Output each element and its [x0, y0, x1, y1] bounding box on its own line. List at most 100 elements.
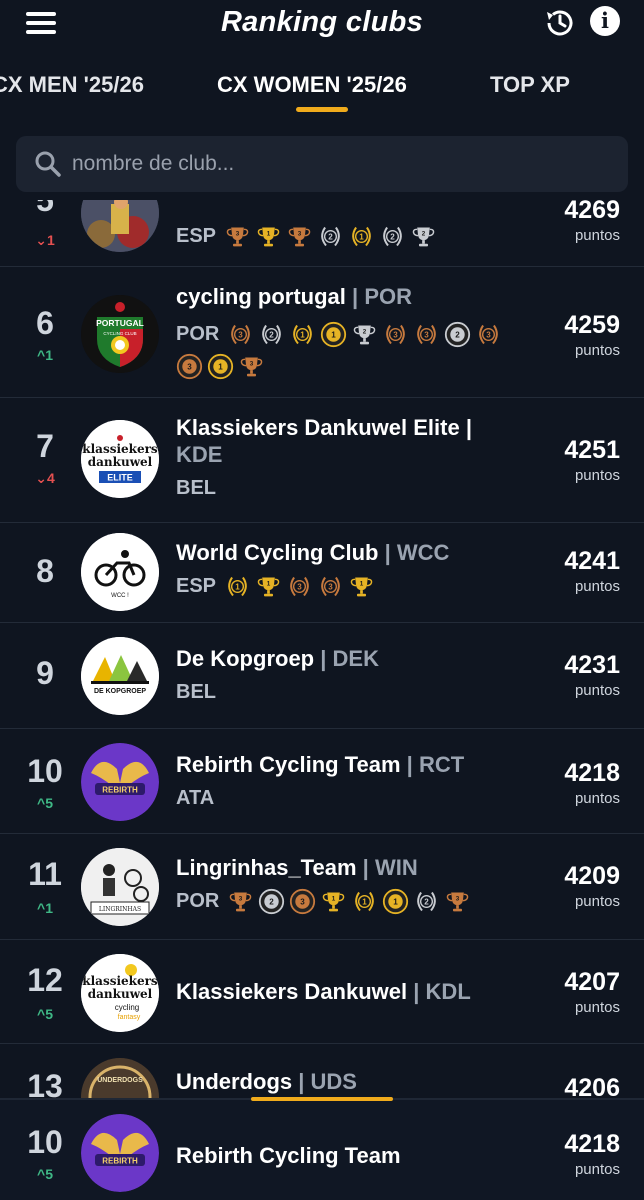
tab-top-xp[interactable]: TOP XP [490, 72, 570, 98]
points-value: 4218 [564, 759, 620, 787]
club-info: Klassiekers Dankuwel Elite | KDE BEL [176, 414, 521, 504]
club-row[interactable]: 5 ⌄1 ESP 3 1 3 2 1 2 2 4269 puntos [0, 200, 644, 267]
medal-list: 3 1 3 2 1 2 2 [224, 226, 441, 246]
active-tab-indicator [296, 107, 348, 112]
club-points: 4231 puntos [564, 651, 620, 699]
club-name: Klassiekers Dankuwel Elite | KDE [176, 415, 472, 467]
history-icon[interactable] [543, 6, 577, 40]
my-club-points: 4218 puntos [564, 1130, 620, 1178]
trophy-icon: 3 [288, 227, 311, 246]
season-tabs: CX MEN '25/26 CX WOMEN '25/26 TOP XP [0, 60, 644, 118]
trophy-icon: 1 [350, 577, 373, 596]
club-info: Lingrinhas_Team | WIN POR 3 2 3 1 1 1 2 3 [176, 854, 521, 917]
club-country: ESP [176, 575, 217, 597]
medal-list: 3 2 1 1 2 3 3 2 3 3 1 3 [176, 321, 506, 379]
points-label: puntos [574, 342, 620, 359]
club-row[interactable]: 10 ^5 REBIRTH Rebirth Cycling Team | RCT… [0, 729, 644, 834]
club-points: 4251 puntos [564, 436, 620, 484]
svg-text:1: 1 [218, 362, 223, 371]
points-value: 4206 [564, 1074, 620, 1100]
club-row[interactable]: 6 ^1 PORTUGAL CYCLING CLUB cycling portu… [0, 267, 644, 398]
rank-number: 7 [36, 428, 54, 464]
svg-text:2: 2 [425, 897, 430, 906]
laurel-icon: 2 [321, 226, 340, 246]
rank-number: 6 [36, 305, 54, 341]
rank-change-down: ⌄4 [35, 470, 55, 486]
club-logo [81, 200, 159, 252]
svg-text:3: 3 [394, 330, 399, 339]
logo-text: REBIRTH [102, 786, 138, 795]
points-value: 4259 [564, 311, 620, 339]
logo-text: WCC ! [111, 593, 129, 599]
club-row[interactable]: 13 UNDERDOGS Underdogs | UDS 4206 [0, 1044, 644, 1100]
points-value: 4269 [564, 200, 620, 224]
logo-text: fantasy [118, 1014, 141, 1021]
club-name: Underdogs | UDS [176, 1069, 357, 1094]
club-info: cycling portugal | POR POR 3 2 1 1 2 3 3 2 3 3 1 3 [176, 283, 521, 382]
rank-number: 11 [28, 856, 62, 892]
club-name: cycling portugal | POR [176, 284, 413, 309]
rank-change-up: ^5 [37, 1006, 53, 1022]
club-points: 4206 [564, 1074, 620, 1100]
points-value: 4231 [564, 651, 620, 679]
club-info: Klassiekers Dankuwel | KDL [176, 978, 521, 1005]
rank-number: 9 [36, 655, 54, 691]
club-points: 4269 puntos [564, 200, 620, 244]
rank-change-up: ^1 [37, 347, 53, 363]
club-row[interactable]: 11 ^1 LINGRINHAS Lingrinhas_Team | WIN P… [0, 834, 644, 940]
app-header: Ranking clubs i [0, 0, 644, 52]
my-club-bar[interactable]: 10 ^5 REBIRTH Rebirth Cycling Team 4218 … [0, 1097, 644, 1200]
club-points: 4218 puntos [564, 759, 620, 807]
club-row[interactable]: 9 DE KOPGROEP De Kopgroep | DEK BEL 4231… [0, 623, 644, 729]
logo-text: ELITE [107, 473, 133, 483]
laurel-icon: 3 [417, 324, 437, 344]
club-info: World Cycling Club | WCC ESP 1 1 3 3 1 [176, 539, 521, 602]
points-value: 4209 [564, 862, 620, 890]
svg-text:1: 1 [360, 580, 364, 587]
svg-text:3: 3 [239, 895, 243, 902]
club-name: Rebirth Cycling Team | RCT [176, 752, 465, 777]
points-label: puntos [574, 467, 620, 484]
svg-text:3: 3 [456, 895, 460, 902]
club-country: POR [176, 323, 220, 345]
club-info: De Kopgroep | DEK BEL [176, 645, 521, 708]
club-points: 4209 puntos [564, 862, 620, 910]
club-info: Rebirth Cycling Team | RCT ATA [176, 751, 521, 814]
laurel-icon: 3 [321, 576, 340, 596]
wheel-icon: 3 [176, 353, 203, 379]
laurel-icon: 3 [386, 324, 406, 344]
svg-text:2: 2 [328, 232, 333, 241]
club-points: 4259 puntos [564, 311, 620, 359]
trophy-icon: 3 [226, 227, 249, 246]
my-club-indicator [251, 1097, 393, 1101]
svg-text:2: 2 [270, 897, 275, 906]
club-logo: LINGRINHAS [81, 848, 159, 926]
laurel-icon: 3 [479, 324, 499, 344]
club-country: POR [176, 890, 220, 912]
svg-text:1: 1 [235, 582, 240, 591]
club-country: BEL [176, 477, 216, 499]
svg-text:3: 3 [425, 330, 430, 339]
trophy-icon: 2 [354, 325, 376, 344]
svg-text:1: 1 [359, 232, 364, 241]
club-logo: klassiekers dankuwel ELITE [81, 420, 159, 498]
rank-number: 10 [27, 753, 63, 789]
club-row[interactable]: 8 WCC ! World Cycling Club | WCC ESP 1 1 3 3… [0, 523, 644, 623]
club-row[interactable]: 7 ⌄4 klassiekers dankuwel ELITE Klassiek… [0, 398, 644, 523]
laurel-icon: 2 [262, 324, 282, 344]
club-name: Lingrinhas_Team | WIN [176, 855, 418, 880]
rank-number: 5 [36, 200, 54, 218]
rank-change-up: ^5 [37, 1166, 53, 1182]
info-icon[interactable]: i [590, 6, 620, 36]
medal-list: 1 1 3 3 1 [224, 576, 379, 596]
search-input[interactable] [72, 136, 612, 192]
wheel-icon: 2 [445, 321, 471, 347]
tab-cx-men[interactable]: CX MEN '25/26 [0, 72, 144, 98]
club-logo: WCC ! [81, 533, 159, 611]
tab-cx-women[interactable]: CX WOMEN '25/26 [217, 72, 407, 98]
search-icon [35, 151, 61, 177]
points-value: 4251 [564, 436, 620, 464]
club-row[interactable]: 12 ^5 klassiekers dankuwel cycling fanta… [0, 940, 644, 1044]
club-country: ESP [176, 225, 217, 247]
logo-text: CYCLING CLUB [103, 331, 136, 336]
